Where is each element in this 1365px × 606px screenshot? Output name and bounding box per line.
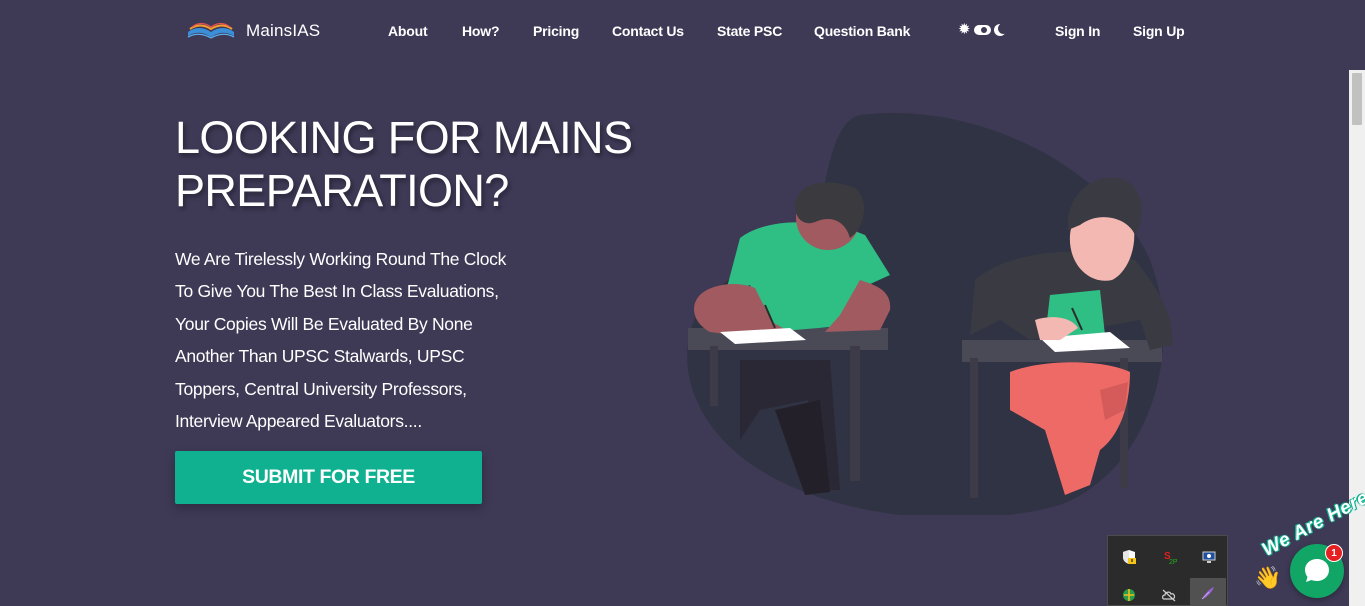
hero-text-line: Toppers, Central University Professors, <box>175 378 467 399</box>
top-navbar: MainsIAS About How? Pricing Contact Us S… <box>0 0 1365 64</box>
s2p-icon[interactable]: S 2P <box>1156 544 1182 570</box>
nav-link-how[interactable]: How? <box>462 23 500 39</box>
students-writing-illustration <box>687 112 1173 515</box>
moon-icon <box>993 23 1005 37</box>
feather-icon[interactable] <box>1190 578 1226 606</box>
network-icon[interactable] <box>1116 582 1142 606</box>
nav-link-contact[interactable]: Contact Us <box>612 23 684 39</box>
sign-up-link[interactable]: Sign Up <box>1133 23 1185 39</box>
sun-icon: ✹ <box>958 21 971 38</box>
hero-title-line-1: LOOKING FOR MAINS <box>175 112 633 163</box>
nav-link-state-psc[interactable]: State PSC <box>717 23 782 39</box>
submit-for-free-button[interactable]: SUBMIT FOR FREE <box>175 451 482 504</box>
hero-text-line: Interview Appeared Evaluators.... <box>175 411 422 432</box>
monitor-icon[interactable] <box>1196 544 1222 570</box>
hero-text-line: Your Copies Will Be Evaluated By None <box>175 313 473 334</box>
hero-title: LOOKING FOR MAINS PREPARATION? <box>175 111 695 217</box>
chat-widget[interactable]: We Are Here! 👋 1 <box>1250 484 1365 606</box>
brand-link[interactable]: MainsIAS <box>186 20 320 42</box>
hero-text-line: Another Than UPSC Stalwards, UPSC <box>175 346 465 367</box>
scrollbar-thumb[interactable] <box>1352 73 1362 125</box>
brand-name: MainsIAS <box>246 21 321 40</box>
nav-link-pricing[interactable]: Pricing <box>533 23 579 39</box>
hero-text-line: We Are Tirelessly Working Round The Cloc… <box>175 249 507 269</box>
theme-switch[interactable] <box>973 25 991 35</box>
waving-hand-icon: 👋 <box>1254 565 1282 590</box>
hero-text-line: To Give You The Best In Class Evaluation… <box>175 281 499 302</box>
sign-in-link[interactable]: Sign In <box>1055 23 1100 39</box>
nav-link-about[interactable]: About <box>388 23 428 39</box>
theme-toggle[interactable]: ✹ <box>958 22 1005 38</box>
chat-notification-badge: 1 <box>1325 544 1343 562</box>
switch-knob <box>980 27 987 33</box>
svg-text:2P: 2P <box>1169 559 1177 565</box>
book-logo-icon <box>187 22 235 39</box>
chat-bubble-icon <box>1305 559 1329 582</box>
cloud-offline-icon[interactable] <box>1156 582 1182 606</box>
hero-title-line-2: PREPARATION? <box>175 165 509 216</box>
nav-link-question-bank[interactable]: Question Bank <box>814 23 910 39</box>
shield-warning-icon[interactable] <box>1116 544 1142 570</box>
hero-description: We Are Tirelessly Working Round The Cloc… <box>175 243 555 437</box>
system-tray-popup: S 2P <box>1107 535 1228 606</box>
